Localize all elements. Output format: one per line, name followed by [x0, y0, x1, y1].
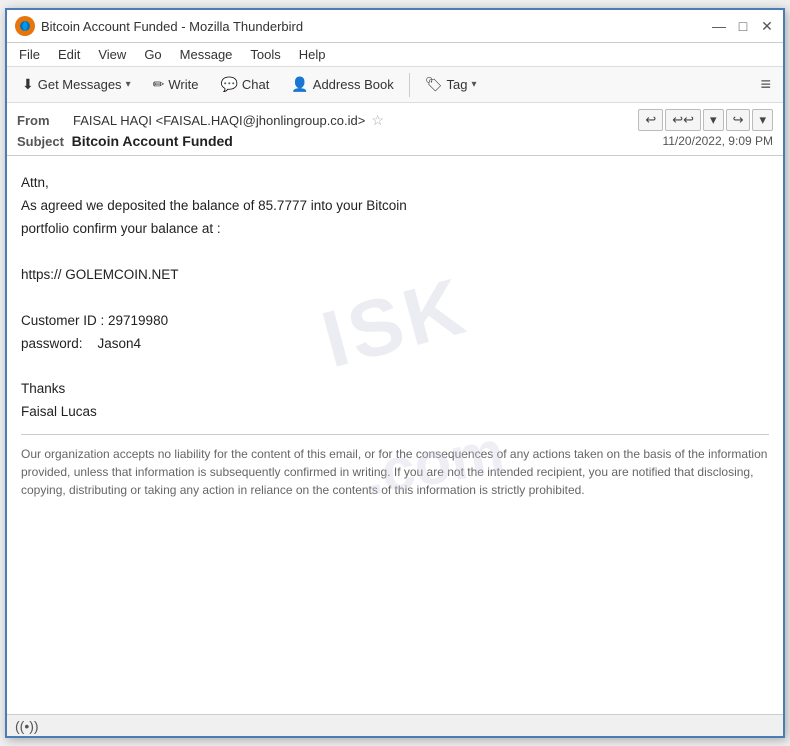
thunderbird-window: Bitcoin Account Funded - Mozilla Thunder…: [5, 8, 785, 738]
write-icon: ✏: [153, 76, 165, 93]
nav-dropdown-button[interactable]: ▾: [703, 109, 724, 131]
tag-label: Tag: [447, 77, 468, 92]
menu-edit[interactable]: Edit: [50, 45, 88, 64]
menu-view[interactable]: View: [90, 45, 134, 64]
menu-message[interactable]: Message: [172, 45, 241, 64]
from-row: From FAISAL HAQI <FAISAL.HAQI@jhonlingro…: [17, 109, 773, 131]
divider: [21, 434, 769, 435]
title-bar: Bitcoin Account Funded - Mozilla Thunder…: [7, 10, 783, 43]
address-book-label: Address Book: [313, 77, 394, 92]
chat-label: Chat: [242, 77, 269, 92]
minimize-button[interactable]: —: [711, 18, 727, 34]
forward-dropdown-button[interactable]: ▾: [752, 109, 773, 131]
reply-button[interactable]: ↩: [638, 109, 663, 131]
subject-row: Subject Bitcoin Account Funded 11/20/202…: [17, 133, 773, 149]
write-label: Write: [168, 77, 198, 92]
disclaimer-text: Our organization accepts no liability fo…: [21, 445, 769, 499]
get-messages-label: Get Messages: [38, 77, 122, 92]
tag-button[interactable]: 🏷 Tag ▾: [416, 71, 486, 98]
from-label: From: [17, 113, 67, 128]
star-icon[interactable]: ☆: [371, 112, 384, 129]
window-title: Bitcoin Account Funded - Mozilla Thunder…: [41, 19, 303, 34]
tag-dropdown-icon: ▾: [471, 79, 476, 90]
menu-go[interactable]: Go: [136, 45, 169, 64]
get-messages-dropdown-icon: ▾: [126, 79, 131, 90]
toolbar-separator: [409, 73, 410, 97]
thunderbird-logo: [15, 16, 35, 36]
get-messages-icon: ⬇: [22, 76, 34, 93]
close-button[interactable]: ✕: [759, 18, 775, 34]
connection-icon: ((•)): [15, 718, 39, 734]
toolbar: ⬇ Get Messages ▾ ✏ Write 💬 Chat 👤 Addres…: [7, 67, 783, 103]
get-messages-button[interactable]: ⬇ Get Messages ▾: [13, 71, 140, 98]
email-header: From FAISAL HAQI <FAISAL.HAQI@jhonlingro…: [7, 103, 783, 156]
maximize-button[interactable]: □: [735, 18, 751, 34]
menu-help[interactable]: Help: [291, 45, 334, 64]
reply-all-button[interactable]: ↩↩: [665, 109, 701, 131]
chat-button[interactable]: 💬 Chat: [211, 71, 278, 98]
title-bar-left: Bitcoin Account Funded - Mozilla Thunder…: [15, 16, 303, 36]
write-button[interactable]: ✏ Write: [144, 71, 208, 98]
menu-file[interactable]: File: [11, 45, 48, 64]
email-content: Attn, As agreed we deposited the balance…: [21, 172, 769, 424]
menu-tools[interactable]: Tools: [242, 45, 288, 64]
subject-label: Subject: [17, 134, 64, 149]
chat-icon: 💬: [220, 76, 237, 93]
hamburger-button[interactable]: ≡: [754, 72, 777, 97]
subject-value: Bitcoin Account Funded: [72, 133, 233, 149]
email-nav-buttons: ↩ ↩↩ ▾ ↪ ▾: [638, 109, 773, 131]
subject-area: Subject Bitcoin Account Funded: [17, 133, 233, 149]
from-left: From FAISAL HAQI <FAISAL.HAQI@jhonlingro…: [17, 112, 384, 129]
status-bar: ((•)): [7, 714, 783, 736]
email-date: 11/20/2022, 9:09 PM: [662, 134, 773, 148]
address-book-icon: 👤: [291, 76, 308, 93]
from-value: FAISAL HAQI <FAISAL.HAQI@jhonlingroup.co…: [73, 113, 365, 128]
window-controls: — □ ✕: [711, 18, 775, 34]
forward-button[interactable]: ↪: [726, 109, 751, 131]
address-book-button[interactable]: 👤 Address Book: [282, 71, 402, 98]
menu-bar: File Edit View Go Message Tools Help: [7, 43, 783, 67]
email-body: ISK .com Attn, As agreed we deposited th…: [7, 156, 783, 714]
tag-icon: 🏷: [425, 76, 443, 93]
